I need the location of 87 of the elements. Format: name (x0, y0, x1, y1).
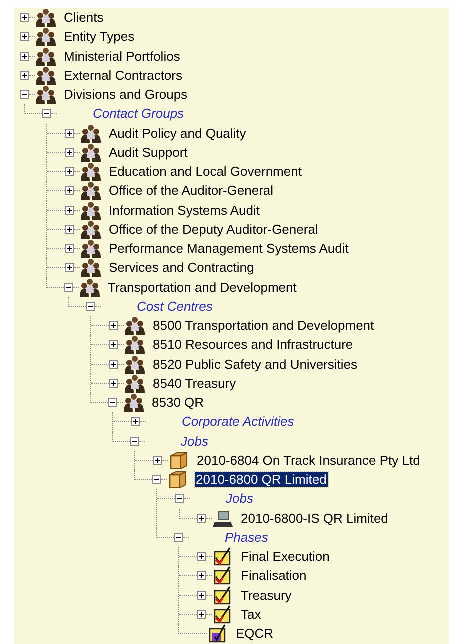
people-icon (123, 393, 145, 412)
people-icon (80, 258, 102, 278)
expand-toggle[interactable] (65, 148, 74, 157)
expand-toggle[interactable] (65, 263, 74, 272)
category-label[interactable]: Cost Centres (136, 298, 214, 314)
expand-toggle[interactable] (197, 514, 206, 523)
tree-item[interactable]: Audit Support (108, 144, 189, 160)
category-label[interactable]: Corporate Activities (181, 414, 296, 430)
tree-item[interactable]: Transportation and Development (107, 280, 298, 295)
tree-item[interactable]: Finalisation (240, 568, 308, 584)
collapse-toggle[interactable] (152, 475, 161, 484)
expand-toggle[interactable] (131, 417, 140, 426)
tree-item[interactable]: Final Execution (240, 549, 331, 564)
tree-item[interactable]: EQCR (235, 626, 275, 642)
category-label[interactable]: Phases (224, 530, 270, 545)
collapse-toggle[interactable] (20, 90, 29, 100)
tree-item[interactable]: Treasury (240, 588, 293, 603)
collapse-toggle[interactable] (42, 109, 51, 118)
category-label[interactable]: Jobs (180, 434, 210, 449)
tree-item[interactable]: Office of the Auditor-General (108, 183, 275, 198)
expand-toggle[interactable] (109, 340, 118, 350)
tree-item[interactable]: 2010-6800 QR Limited (195, 472, 328, 488)
expand-toggle[interactable] (65, 244, 74, 254)
tree-item[interactable]: 2010-6800-IS QR Limited (240, 510, 390, 526)
collapse-toggle[interactable] (175, 494, 184, 504)
expand-toggle[interactable] (65, 206, 74, 215)
collapse-toggle[interactable] (64, 282, 73, 292)
computer-icon (212, 508, 234, 528)
people-icon (80, 162, 102, 182)
people-icon (79, 278, 101, 297)
tree-item[interactable]: Information Systems Audit (108, 202, 262, 218)
expand-toggle[interactable] (153, 456, 162, 465)
expand-toggle[interactable] (20, 13, 29, 22)
people-icon (80, 181, 102, 200)
tree-item[interactable]: 8530 QR (151, 395, 206, 410)
collapse-toggle[interactable] (174, 532, 183, 542)
people-icon (124, 335, 146, 354)
tree-item[interactable]: Divisions and Groups (63, 87, 189, 102)
tree-item[interactable]: 8520 Public Safety and Universities (152, 356, 359, 372)
box-icon (168, 450, 190, 470)
people-icon (35, 66, 57, 85)
people-icon (124, 374, 146, 393)
people-icon (35, 8, 57, 28)
tree-item[interactable]: 8510 Resources and Infrastructure (152, 337, 354, 352)
collapse-toggle[interactable] (130, 436, 139, 446)
tree-item[interactable]: Services and Contracting (108, 260, 256, 276)
people-icon (124, 316, 146, 336)
people-icon (80, 239, 102, 258)
expand-toggle[interactable] (65, 186, 74, 196)
people-icon (80, 200, 102, 220)
tree-item[interactable]: External Contractors (63, 68, 184, 83)
expand-toggle[interactable] (109, 360, 118, 369)
expand-toggle[interactable] (20, 70, 29, 80)
people-icon (80, 124, 102, 143)
people-icon (35, 27, 57, 46)
expand-toggle[interactable] (20, 52, 29, 61)
box-icon (167, 470, 189, 490)
tree-item[interactable]: Entity Types (63, 29, 136, 44)
tree-item[interactable]: 2010-6804 On Track Insurance Pty Ltd (196, 452, 422, 468)
tree-item[interactable]: Education and Local Government (108, 164, 303, 180)
people-icon (80, 142, 102, 162)
people-icon (35, 85, 57, 104)
people-icon (35, 46, 57, 66)
expand-toggle[interactable] (197, 590, 206, 600)
expand-toggle[interactable] (20, 32, 29, 42)
expand-toggle[interactable] (65, 167, 74, 176)
tree-item[interactable]: Tax (240, 606, 262, 622)
expand-toggle[interactable] (197, 552, 206, 562)
expand-toggle[interactable] (109, 378, 118, 388)
expand-toggle[interactable] (197, 610, 206, 619)
expand-toggle[interactable] (109, 321, 118, 330)
tree-item[interactable]: Clients (63, 10, 105, 26)
category-label[interactable]: Jobs (225, 491, 254, 506)
tree-item[interactable]: Office of the Deputy Auditor-General (108, 222, 320, 237)
expand-toggle[interactable] (197, 571, 206, 580)
tree-item[interactable]: 8540 Treasury (152, 376, 238, 391)
people-icon (124, 354, 146, 374)
tree-item[interactable]: Ministerial Portfolios (63, 48, 182, 64)
tree-item[interactable]: 8500 Transportation and Development (152, 318, 376, 334)
expand-toggle[interactable] (65, 128, 74, 138)
people-icon (80, 220, 102, 239)
tree-item[interactable]: Performance Management Systems Audit (108, 241, 350, 256)
collapse-toggle[interactable] (86, 302, 95, 311)
collapse-toggle[interactable] (108, 398, 117, 408)
tree-item[interactable]: Audit Policy and Quality (108, 126, 248, 141)
expand-toggle[interactable] (65, 224, 74, 234)
category-label[interactable]: Contact Groups (92, 106, 186, 122)
